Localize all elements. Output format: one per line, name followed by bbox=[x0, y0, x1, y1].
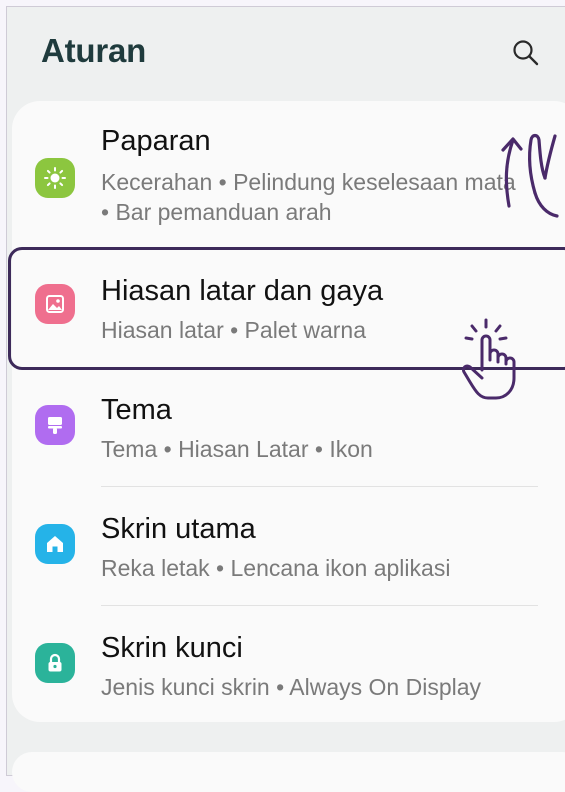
divider bbox=[101, 486, 538, 487]
settings-item-subtitle: Reka letak • Lencana ikon aplikasi bbox=[101, 555, 451, 581]
sun-icon bbox=[35, 158, 75, 198]
settings-item-subtitle: Jenis kunci skrin • Always On Display bbox=[101, 674, 482, 700]
tap-gesture-icon bbox=[462, 318, 516, 400]
home-icon bbox=[35, 524, 75, 564]
settings-item-title: Skrin kunci bbox=[101, 632, 243, 664]
settings-item-title: Skrin utama bbox=[101, 513, 256, 545]
settings-item-display[interactable]: Paparan Kecerahan • Pelindung keselesaan… bbox=[0, 120, 565, 235]
page-title: Aturan bbox=[41, 32, 147, 69]
search-button[interactable] bbox=[511, 38, 541, 68]
settings-item-title: Hiasan latar dan gaya bbox=[101, 275, 384, 307]
settings-item-lock-screen[interactable]: Skrin kunci Jenis kunci skrin • Always O… bbox=[0, 626, 565, 722]
swipe-up-gesture-icon bbox=[501, 133, 559, 218]
divider bbox=[101, 605, 538, 606]
settings-item-subtitle: Tema • Hiasan Latar • Ikon bbox=[101, 436, 373, 462]
image-icon bbox=[35, 284, 75, 324]
next-settings-card bbox=[12, 752, 565, 792]
settings-item-themes[interactable]: Tema Tema • Hiasan Latar • Ikon bbox=[0, 388, 565, 484]
search-icon bbox=[513, 40, 539, 66]
settings-item-home-screen[interactable]: Skrin utama Reka letak • Lencana ikon ap… bbox=[0, 507, 565, 603]
paint-brush-icon bbox=[35, 405, 75, 445]
settings-item-title: Tema bbox=[101, 394, 172, 426]
lock-icon bbox=[35, 643, 75, 683]
settings-item-title: Paparan bbox=[101, 125, 211, 157]
settings-item-subtitle: Kecerahan • Pelindung keselesaan mata • … bbox=[101, 169, 516, 225]
